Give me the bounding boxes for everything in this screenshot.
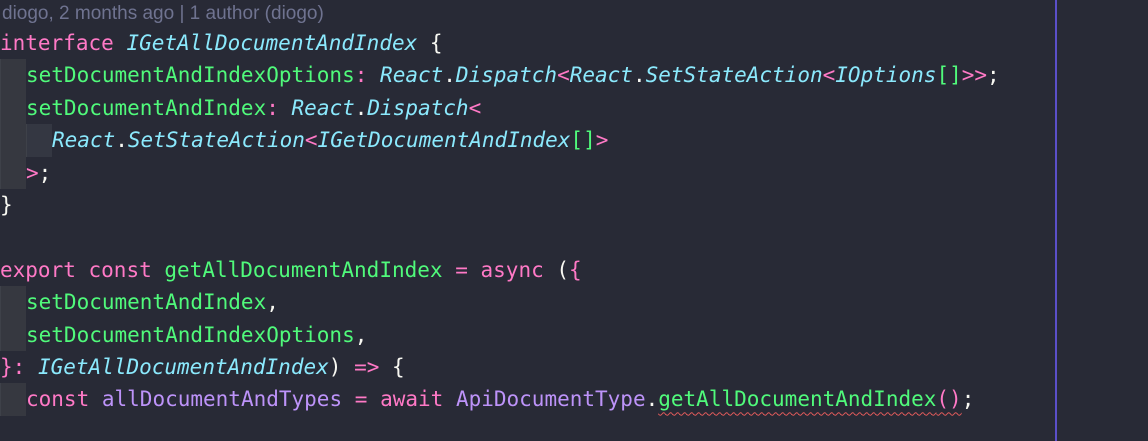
keyword-const: const [88,257,152,282]
semicolon: ; [987,63,1000,88]
close-brace: } [0,192,13,217]
code-editor[interactable]: diogo, 2 months ago | 1 author (diogo) i… [0,0,1148,441]
object-name: ApiDocumentType [455,387,646,412]
code-line[interactable]: const allDocumentAndTypes = await ApiDoc… [0,383,1056,416]
comma: , [354,322,368,347]
indent-guide [0,286,26,319]
colon: : [12,354,26,379]
keyword-async: async [480,257,544,282]
dot: . [645,387,659,412]
close-paren: ) [328,354,342,379]
function-name: getAllDocumentAndIndex [164,257,443,282]
angle-open: < [304,128,318,153]
keyword-export: export [0,257,76,282]
arrow: => [354,354,380,379]
type-name: SetStateAction [645,63,823,88]
type-name: Dispatch [455,63,558,88]
operator-equals: = [354,387,368,412]
code-line[interactable] [0,221,1056,253]
code-line[interactable]: setDocumentAndIndexOptions, [0,318,1056,351]
variable-name: allDocumentAndTypes [101,387,343,412]
angle-close: > [595,128,609,153]
code-line[interactable]: interface IGetAllDocumentAndIndex { [0,27,1056,59]
interface-name: IGetAllDocumentAndIndex [126,31,418,55]
type-namespace: React [380,63,444,88]
code-content[interactable]: interface IGetAllDocumentAndIndex { setD… [0,27,1056,416]
indent-guide [0,156,26,189]
operator-equals: = [455,257,468,282]
method-name-error[interactable]: getAllDocumentAndIndex [658,387,936,411]
array-brackets: [] [570,128,596,153]
code-line[interactable]: >; [0,156,1056,189]
code-line[interactable]: }: IGetAllDocumentAndIndex) => { [0,351,1056,383]
keyword-const: const [26,387,90,412]
semicolon: ; [38,160,52,185]
call-parens: () [936,387,962,412]
type-name: IOptions [835,63,937,88]
array-brackets: [] [936,63,962,88]
code-line[interactable]: setDocumentAndIndex: React.Dispatch< [0,91,1056,125]
dot: . [115,128,128,153]
indent-guide [0,124,26,157]
code-line[interactable]: setDocumentAndIndex, [0,286,1056,319]
type-namespace: React [52,128,116,153]
property-name: setDocumentAndIndexOptions [26,63,355,88]
close-brace: } [0,354,13,379]
angle-close: > [26,160,39,185]
type-name: IGetDocumentAndIndex [317,128,571,153]
open-brace: { [392,354,405,379]
open-brace: { [429,31,443,55]
type-namespace: React [291,95,355,120]
indent-guide [0,91,26,125]
keyword-interface: interface [0,31,114,55]
code-line[interactable]: React.SetStateAction<IGetDocumentAndInde… [0,124,1056,157]
dot: . [632,63,646,88]
indent-guide [0,383,26,416]
dot: . [443,63,456,88]
property-name: setDocumentAndIndex [26,95,267,120]
colon: : [266,95,279,120]
indent-guide [0,59,26,92]
semicolon: ; [961,387,975,412]
dot: . [354,95,368,120]
angle-open: < [822,63,836,88]
type-name: IGetAllDocumentAndIndex [37,354,329,379]
open-paren: ( [556,257,570,282]
open-brace: { [569,257,582,282]
angle-open: < [557,63,570,88]
type-name: SetStateAction [127,128,305,153]
param-name: setDocumentAndIndexOptions [26,322,355,347]
keyword-await: await [380,387,444,412]
indent-guide [0,318,26,351]
code-line[interactable]: export const getAllDocumentAndIndex = as… [0,254,1056,286]
editor-scrollbar-area[interactable] [1057,0,1148,441]
code-line[interactable]: setDocumentAndIndexOptions: React.Dispat… [0,59,1056,92]
param-name: setDocumentAndIndex [26,290,267,315]
angle-open: < [468,95,482,120]
git-blame-codelens[interactable]: diogo, 2 months ago | 1 author (diogo) [2,0,324,26]
colon: : [354,63,368,88]
type-name: Dispatch [367,95,469,120]
type-namespace: React [569,63,633,88]
comma: , [266,290,279,315]
indent-guide [26,124,52,157]
angle-close: >> [961,63,988,88]
code-line[interactable]: } [0,189,1056,221]
